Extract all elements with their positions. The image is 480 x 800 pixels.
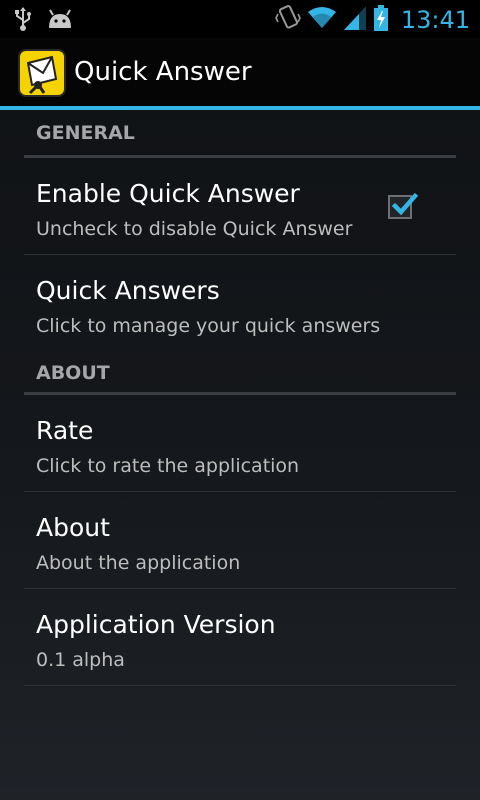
section-header-about: ABOUT xyxy=(24,352,456,395)
pref-summary: Uncheck to disable Quick Answer xyxy=(36,218,353,240)
pref-title: Enable Quick Answer xyxy=(36,179,300,208)
pref-summary: Click to manage your quick answers xyxy=(36,315,381,337)
section-header-general: GENERAL xyxy=(24,108,456,158)
signal-icon xyxy=(343,5,367,35)
pref-summary: 0.1 alpha xyxy=(36,649,125,671)
wifi-icon xyxy=(307,6,337,34)
pref-rate[interactable]: Rate Click to rate the application xyxy=(24,395,456,492)
preferences-list: GENERAL Enable Quick Answer Uncheck to d… xyxy=(24,108,456,686)
pref-title: Quick Answers xyxy=(36,276,220,305)
pref-title: Rate xyxy=(36,416,94,445)
vibrate-icon xyxy=(274,4,301,36)
battery-charging-icon xyxy=(373,4,389,36)
pref-application-version[interactable]: Application Version 0.1 alpha xyxy=(24,589,456,686)
usb-icon xyxy=(14,6,32,36)
android-debug-icon xyxy=(46,8,74,34)
pref-summary: Click to rate the application xyxy=(36,455,300,477)
status-bar: 13:41 xyxy=(0,0,480,38)
pref-title: About xyxy=(36,513,110,542)
action-bar: Quick Answer xyxy=(0,38,480,110)
pref-about[interactable]: About About the application xyxy=(24,492,456,589)
pref-enable-quick-answer[interactable]: Enable Quick Answer Uncheck to disable Q… xyxy=(24,158,456,255)
pref-title: Application Version xyxy=(36,610,276,639)
app-title: Quick Answer xyxy=(74,57,252,87)
checkmark-icon xyxy=(391,192,419,216)
pref-summary: About the application xyxy=(36,552,241,574)
enable-quick-answer-checkbox[interactable] xyxy=(388,192,419,219)
app-logo-icon[interactable] xyxy=(18,49,66,97)
pref-quick-answers[interactable]: Quick Answers Click to manage your quick… xyxy=(24,255,456,352)
status-time: 13:41 xyxy=(400,6,470,34)
